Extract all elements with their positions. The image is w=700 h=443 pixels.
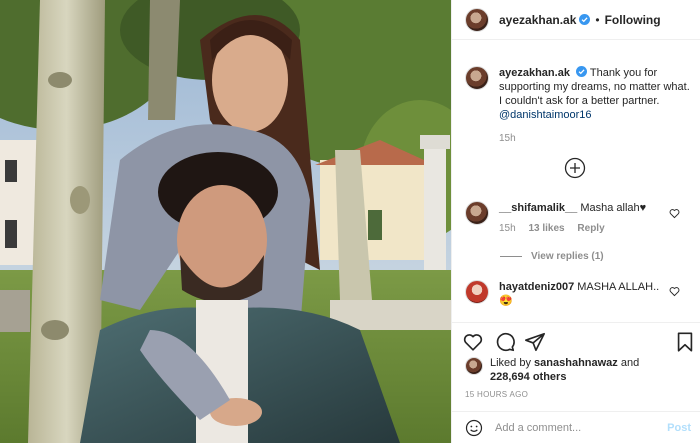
likes-prefix: Liked by bbox=[490, 357, 531, 369]
caption-mention-link[interactable]: @danishtaimoor16 bbox=[499, 109, 592, 121]
comment-emoji: 😍 bbox=[499, 295, 513, 307]
comment-body: __shifamalik__ Masha allah♥ bbox=[499, 201, 646, 215]
comment-item: __shifamalik__ Masha allah♥ 15h 13 likes… bbox=[465, 201, 695, 234]
view-replies-button[interactable]: View replies (1) bbox=[500, 251, 604, 262]
post-sidebar: ayezakhan.ak • Following ayezakhan.ak Th… bbox=[451, 0, 700, 443]
liker-username[interactable]: sanashahnawaz bbox=[534, 357, 618, 369]
post-caption: ayezakhan.ak Thank you for supporting my… bbox=[465, 66, 693, 144]
comment-reply-button[interactable]: Reply bbox=[577, 223, 604, 234]
heart-icon[interactable] bbox=[462, 331, 484, 353]
comment-meta: 15h 13 likes Reply bbox=[499, 223, 646, 234]
plus-circle-icon[interactable] bbox=[564, 157, 586, 179]
caption-time: 15h bbox=[499, 133, 516, 144]
comment-username[interactable]: __shifamalik__ bbox=[499, 202, 577, 214]
share-icon[interactable] bbox=[524, 331, 546, 353]
verified-badge-icon bbox=[579, 14, 591, 25]
comment-body: hayatdeniz007 MASHA ALLAH.. bbox=[499, 280, 659, 294]
liker-avatar[interactable] bbox=[465, 357, 483, 375]
likes-text: Liked by sanashahnawaz and 228,694 other… bbox=[490, 356, 639, 384]
header-separator: • bbox=[595, 12, 600, 27]
likes-summary: Liked by sanashahnawaz and 228,694 other… bbox=[465, 356, 639, 384]
view-replies-label[interactable]: View replies (1) bbox=[531, 251, 604, 262]
post-timestamp[interactable]: 15 HOURS AGO bbox=[465, 390, 528, 399]
comment-time: 15h bbox=[499, 223, 516, 234]
post-comment-button[interactable]: Post bbox=[667, 422, 691, 434]
post-photo[interactable] bbox=[0, 0, 451, 443]
caption-text-block: ayezakhan.ak Thank you for supporting my… bbox=[499, 66, 693, 122]
following-button[interactable]: Following bbox=[605, 13, 661, 27]
couple-photo-image bbox=[0, 0, 451, 443]
caption-avatar[interactable] bbox=[465, 66, 489, 90]
comment-avatar[interactable] bbox=[465, 280, 489, 304]
post-header: ayezakhan.ak • Following bbox=[452, 0, 700, 40]
author-username[interactable]: ayezakhan.ak bbox=[499, 13, 576, 27]
add-comment-input[interactable]: Add a comment... bbox=[495, 422, 667, 434]
comment-like-heart-icon[interactable] bbox=[669, 208, 680, 219]
comment-item: hayatdeniz007 MASHA ALLAH.. 😍 bbox=[465, 280, 695, 308]
likes-others-link[interactable]: 228,694 others bbox=[490, 371, 566, 383]
comment-likes-count[interactable]: 13 likes bbox=[528, 223, 564, 234]
emoji-icon[interactable] bbox=[465, 419, 483, 437]
comment-icon[interactable] bbox=[494, 331, 516, 353]
bookmark-icon[interactable] bbox=[674, 331, 696, 353]
comment-username[interactable]: hayatdeniz007 bbox=[499, 281, 574, 293]
author-avatar[interactable] bbox=[465, 7, 489, 32]
caption-username[interactable]: ayezakhan.ak bbox=[499, 67, 570, 79]
add-comment-bar: Add a comment... Post bbox=[452, 411, 700, 443]
comment-text: MASHA ALLAH.. bbox=[577, 281, 660, 293]
instagram-post-window: ayezakhan.ak • Following ayezakhan.ak Th… bbox=[0, 0, 700, 443]
likes-and: and bbox=[620, 357, 640, 369]
comment-like-heart-icon[interactable] bbox=[669, 286, 680, 297]
comment-text: Masha allah♥ bbox=[580, 202, 647, 214]
comment-avatar[interactable] bbox=[465, 201, 489, 225]
verified-badge-icon bbox=[576, 66, 587, 77]
view-replies-line bbox=[500, 256, 522, 257]
